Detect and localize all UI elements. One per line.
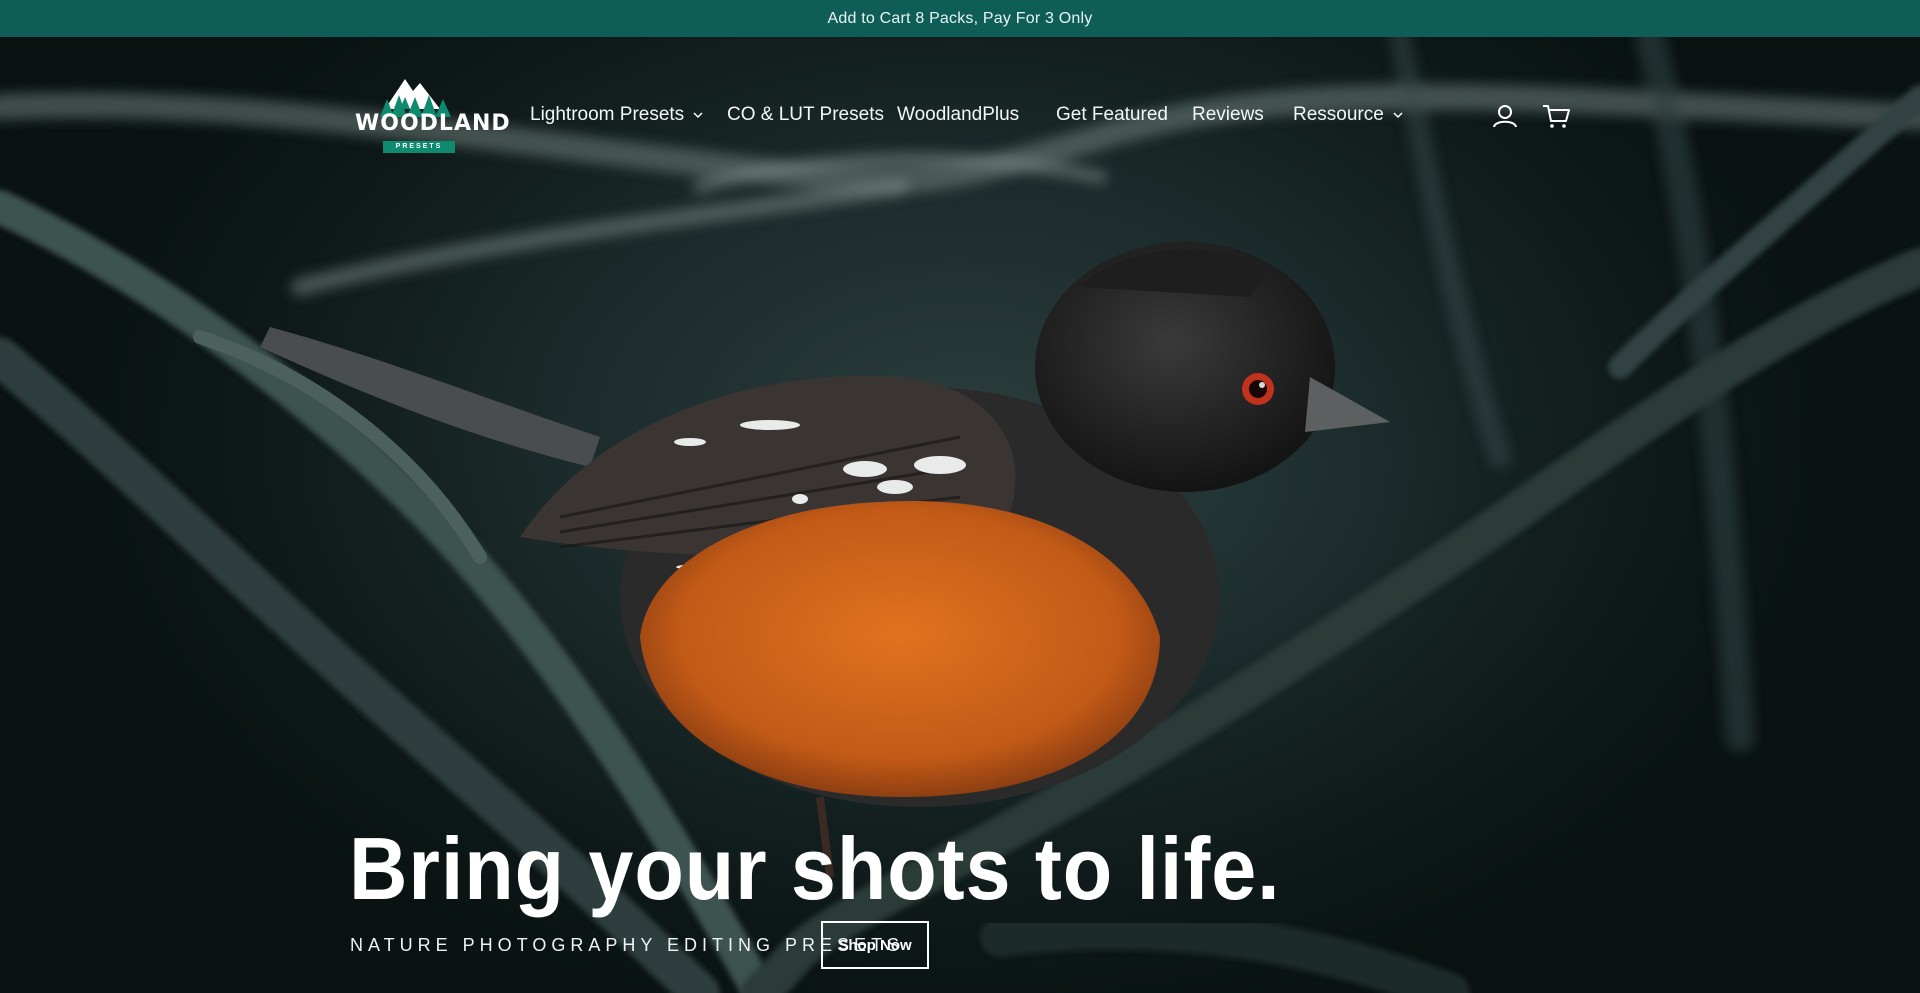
- announcement-bar[interactable]: Add to Cart 8 Packs, Pay For 3 Only: [0, 0, 1920, 37]
- nav-label: Reviews: [1192, 104, 1264, 125]
- nav-get-featured[interactable]: Get Featured: [1056, 104, 1168, 126]
- nav-reviews[interactable]: Reviews: [1192, 104, 1264, 126]
- announcement-text[interactable]: Add to Cart 8 Packs, Pay For 3 Only: [828, 10, 1093, 28]
- nav-label: Get Featured: [1056, 104, 1168, 125]
- nav-woodlandplus[interactable]: WoodlandPlus: [897, 104, 1019, 126]
- chevron-down-icon: [1393, 112, 1403, 119]
- nav-co-lut-presets[interactable]: CO & LUT Presets: [727, 104, 884, 126]
- cart-icon[interactable]: [1541, 101, 1571, 131]
- main-nav: Lightroom Presets CO & LUT Presets Woodl…: [0, 104, 1920, 134]
- logo-sub: PRESETS: [383, 141, 455, 153]
- site-header: WOODLAND PRESETS Lightroom Presets CO & …: [0, 37, 1920, 193]
- nav-label: Lightroom Presets: [530, 104, 685, 125]
- nav-lightroom-presets[interactable]: Lightroom Presets: [530, 104, 704, 126]
- nav-label: CO & LUT Presets: [727, 104, 884, 125]
- hero-title: Bring your shots to life.: [349, 819, 1281, 918]
- chevron-down-icon: [693, 112, 703, 119]
- user-icon[interactable]: [1490, 101, 1520, 131]
- nav-label: WoodlandPlus: [897, 104, 1020, 125]
- nav-ressource[interactable]: Ressource: [1293, 104, 1404, 126]
- nav-label: Ressource: [1293, 104, 1384, 125]
- shop-now-button[interactable]: Shop Now: [821, 921, 929, 969]
